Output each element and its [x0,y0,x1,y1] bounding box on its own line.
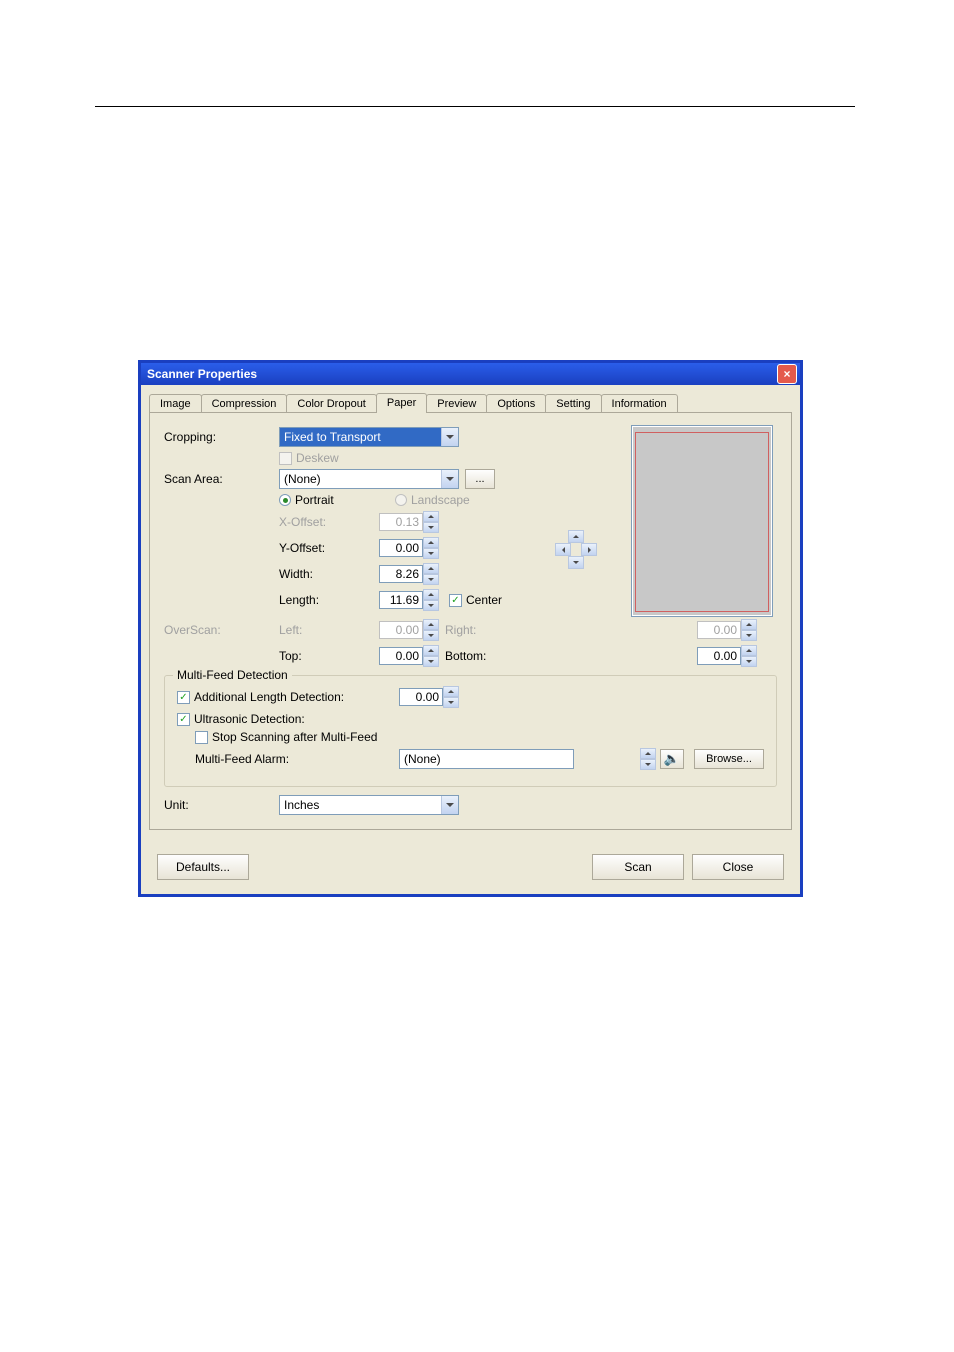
client-area: Image Compression Color Dropout Paper Pr… [141,385,800,894]
landscape-label: Landscape [411,493,470,507]
chevron-down-icon [441,428,458,446]
nudge-right-button[interactable] [581,543,597,556]
dialog-frame: Scanner Properties × Image Compression C… [138,360,803,897]
chevron-down-icon [441,796,458,814]
deskew-checkbox [279,452,292,465]
close-button[interactable]: Close [692,854,784,880]
cropping-label: Cropping: [164,430,279,444]
yoffset-spinner[interactable]: 0.00 [379,537,439,559]
preview-selection[interactable] [635,432,769,612]
ultrasonic-checkbox[interactable]: ✓ [177,713,190,726]
alarm-label: Multi-Feed Alarm: [195,752,399,766]
close-icon[interactable]: × [777,364,797,384]
unit-select[interactable]: Inches [279,795,459,815]
scan-button[interactable]: Scan [592,854,684,880]
length-label: Length: [279,593,379,607]
width-spinner[interactable]: 8.26 [379,563,439,585]
length-spinner[interactable]: 11.69 [379,589,439,611]
nudge-down-button[interactable] [568,556,584,569]
over-top-label: Top: [279,649,379,663]
nudge-up-button[interactable] [568,530,584,543]
over-left-label: Left: [279,623,379,637]
tab-compression[interactable]: Compression [201,394,288,413]
over-left-spinner: 0.00 [379,619,439,641]
tab-options[interactable]: Options [486,394,546,413]
addlen-label: Additional Length Detection: [194,690,399,704]
ultrasonic-label: Ultrasonic Detection: [194,712,305,726]
window-title: Scanner Properties [147,367,257,381]
title-bar: Scanner Properties × [141,363,800,385]
over-right-spinner: 0.00 [697,619,757,641]
browse-button[interactable]: Browse... [694,749,764,769]
over-top-spinner[interactable]: 0.00 [379,645,439,667]
portrait-radio[interactable] [279,494,291,506]
width-label: Width: [279,567,379,581]
nudge-left-button[interactable] [555,543,571,556]
alarm-select[interactable]: (None) [399,749,574,769]
tab-paper[interactable]: Paper [376,393,427,413]
landscape-radio [395,494,407,506]
addlen-checkbox[interactable]: ✓ [177,691,190,704]
paper-panel: Cropping: Fixed to Transport Deskew Scan… [149,412,792,830]
scanarea-more-button[interactable]: ... [465,469,495,489]
portrait-label: Portrait [295,493,395,507]
overscan-label: OverScan: [164,623,279,637]
unit-label: Unit: [164,798,279,812]
tab-setting[interactable]: Setting [545,394,601,413]
deskew-label: Deskew [296,451,339,465]
chevron-down-icon [441,470,458,488]
cropping-select[interactable]: Fixed to Transport [279,427,459,447]
scanarea-select[interactable]: (None) [279,469,459,489]
addlen-spinner[interactable]: 0.00 [399,686,459,708]
stop-checkbox[interactable] [195,731,208,744]
scanarea-label: Scan Area: [164,472,279,486]
center-label: Center [466,593,502,607]
tab-image[interactable]: Image [149,394,202,413]
tab-color-dropout[interactable]: Color Dropout [286,394,376,413]
yoffset-label: Y-Offset: [279,541,379,555]
over-bottom-label: Bottom: [445,649,505,663]
nudge-control [555,530,595,568]
footer: Defaults... Scan Close [149,846,792,886]
tab-strip: Image Compression Color Dropout Paper Pr… [149,393,792,413]
center-checkbox[interactable]: ✓ [449,594,462,607]
over-bottom-spinner[interactable]: 0.00 [697,645,757,667]
tab-preview[interactable]: Preview [426,394,487,413]
speaker-icon[interactable]: 🔈 [660,749,684,769]
stop-label: Stop Scanning after Multi-Feed [212,730,377,744]
defaults-button[interactable]: Defaults... [157,854,249,880]
xoffset-label: X-Offset: [279,515,379,529]
preview-area[interactable] [631,425,773,617]
xoffset-spinner: 0.13 [379,511,439,533]
page-divider [95,106,855,107]
multifeed-group: Multi-Feed Detection ✓ Additional Length… [164,675,777,787]
over-right-label: Right: [445,623,505,637]
alarm-volume-spinner[interactable] [640,748,656,770]
multifeed-title: Multi-Feed Detection [173,668,292,682]
tab-information[interactable]: Information [601,394,678,413]
